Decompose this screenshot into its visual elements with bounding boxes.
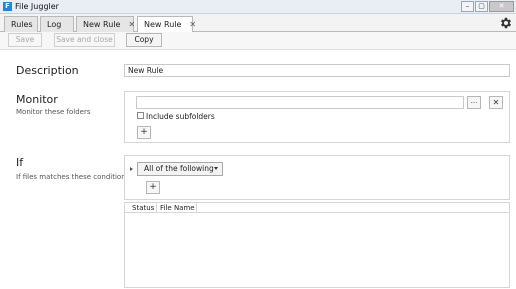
remove-folder-button[interactable]: ✕ [489,96,503,109]
include-subfolders-label: Include subfolders [146,112,215,121]
column-header-status[interactable]: Status [129,203,157,213]
maximize-button[interactable]: ▢ [475,1,488,12]
gear-icon[interactable] [499,16,513,30]
tab-new-rule-2[interactable]: New Rule ✕ [137,16,196,33]
table-header: Status File Name [125,203,509,213]
window-title: File Juggler [15,2,59,11]
monitor-panel: ... ✕ Include subfolders + [124,91,510,143]
conditions-panel: All of the following + [124,155,510,200]
tab-log[interactable]: Log [40,16,74,32]
tab-label: Log [47,20,62,29]
tab-new-rule-1[interactable]: New Rule ✕ [76,16,135,32]
add-folder-button[interactable]: + [137,126,151,139]
expand-triangle-icon[interactable] [130,167,133,171]
tab-label: New Rule [83,20,121,29]
folder-path-input[interactable] [136,96,464,109]
tab-bar: Rules Log New Rule ✕ New Rule ✕ [0,14,516,33]
close-tab-icon[interactable]: ✕ [189,20,196,29]
tab-label: Rules [11,20,33,29]
toolbar: Save Save and close Copy [0,32,516,50]
minimize-button[interactable]: – [461,1,474,12]
window-titlebar: F File Juggler – ▢ ✕ [0,0,516,14]
condition-mode-dropdown[interactable]: All of the following [137,162,223,176]
monitor-label: Monitor [16,93,58,106]
if-label: If [16,156,24,169]
column-header-file-name[interactable]: File Name [157,203,197,213]
results-table: Status File Name [124,202,510,288]
tab-rules[interactable]: Rules [4,16,38,32]
add-condition-button[interactable]: + [146,181,160,194]
save-button[interactable]: Save [8,33,42,47]
if-subtitle: If files matches these conditions [16,173,130,181]
copy-button[interactable]: Copy [126,33,162,47]
chevron-down-icon [214,167,218,170]
monitor-subtitle: Monitor these folders [16,108,91,116]
browse-folder-button[interactable]: ... [467,96,481,109]
app-icon: F [3,2,12,11]
close-tab-icon[interactable]: ✕ [128,20,135,29]
close-window-button[interactable]: ✕ [489,1,514,12]
description-input[interactable]: New Rule [124,64,510,77]
condition-mode-value: All of the following [144,164,214,173]
save-and-close-button[interactable]: Save and close [54,33,115,47]
tab-label: New Rule [144,20,182,29]
include-subfolders-checkbox[interactable] [137,112,144,119]
description-label: Description [16,64,79,77]
